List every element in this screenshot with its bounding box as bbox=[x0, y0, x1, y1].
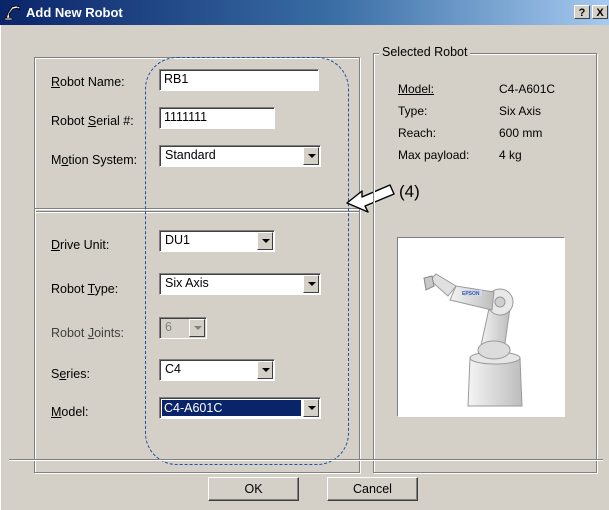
dialog-body: Robot Name: RB1 Robot Serial #: 1111111 … bbox=[0, 25, 609, 510]
cancel-button[interactable]: Cancel bbox=[327, 477, 418, 501]
selected-robot-title: Selected Robot bbox=[379, 45, 471, 59]
info-value-model: C4-A601C bbox=[499, 82, 556, 96]
title-bar: Add New Robot ? X bbox=[0, 0, 609, 25]
series-label: Series: bbox=[51, 367, 90, 381]
info-key-reach: Reach: bbox=[398, 126, 437, 140]
info-key-payload: Max payload: bbox=[398, 148, 470, 162]
info-value-type: Six Axis bbox=[499, 104, 542, 118]
robot-arm-image-icon: EPSON bbox=[423, 273, 523, 407]
drive-unit-label: Drive Unit: bbox=[51, 238, 110, 252]
window-title: Add New Robot bbox=[26, 5, 123, 20]
info-value-reach: 600 mm bbox=[499, 126, 543, 140]
close-button[interactable]: X bbox=[592, 5, 608, 19]
info-key-model: Model: bbox=[398, 82, 435, 96]
robot-image: EPSON bbox=[397, 237, 565, 417]
info-key-type: Type: bbox=[398, 104, 428, 118]
annotation-outline bbox=[145, 57, 349, 465]
help-button[interactable]: ? bbox=[574, 5, 590, 19]
robot-arm-icon bbox=[4, 5, 21, 20]
brand-logo: EPSON bbox=[462, 291, 480, 297]
robot-type-label: Robot Type: bbox=[51, 282, 119, 296]
robot-joints-label: Robot Joints: bbox=[51, 326, 124, 340]
robot-name-label: Robot Name: bbox=[51, 75, 125, 89]
robot-serial-label: Robot Serial #: bbox=[51, 114, 134, 128]
model-label: Model: bbox=[51, 405, 89, 419]
footer-divider bbox=[9, 459, 603, 461]
motion-system-label: Motion System: bbox=[51, 153, 138, 167]
ok-button[interactable]: OK bbox=[208, 477, 299, 501]
info-value-payload: 4 kg bbox=[499, 148, 522, 162]
